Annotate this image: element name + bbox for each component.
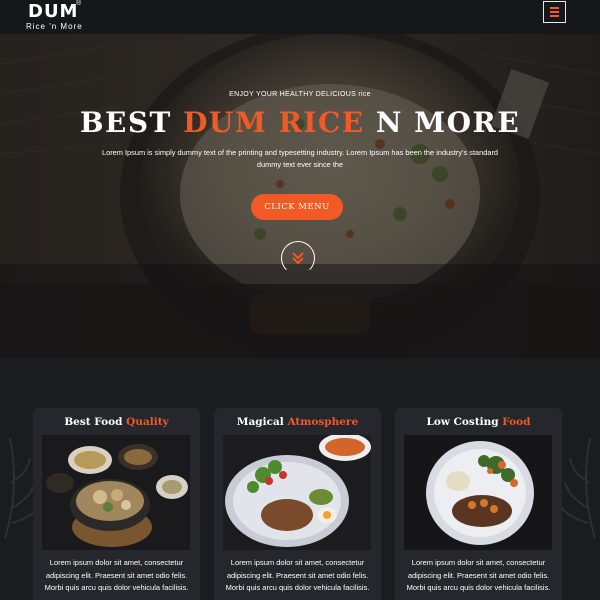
logo-registered-mark: ® [76, 0, 82, 7]
site-header: DUM ® Rice 'n More [0, 0, 600, 34]
feature-card-image [404, 435, 552, 550]
logo-tagline: Rice 'n More [26, 22, 83, 31]
feature-card-image [223, 435, 371, 550]
logo[interactable]: DUM ® Rice 'n More [26, 0, 86, 32]
hero-description: Lorem Ipsum is simply dummy text of the … [101, 148, 499, 169]
feature-card-best-food-quality: Best Food Quality Lorem ipsum dolor sit … [33, 408, 200, 600]
menu-toggle-button[interactable] [543, 1, 566, 23]
features-section: Best Food Quality Lorem ipsum dolor sit … [0, 358, 600, 600]
feature-card-description: Lorem ipsum dolor sit amet, consectetur … [44, 558, 189, 592]
feature-card-low-costing-food: Low Costing Food Lorem ipsum dolor sit a… [395, 408, 562, 600]
feature-card-image [42, 435, 190, 550]
hero-title-accent: DUM RICE [183, 106, 365, 139]
feature-card-magical-atmosphere: Magical Atmosphere Lorem ipsum dolor sit… [214, 408, 381, 600]
hero-kicker: ENJOY YOUR HEALTHY DELICIOUS rice [229, 91, 371, 98]
scroll-down-button[interactable] [281, 241, 315, 275]
hero-title: BEST DUM RICE N MORE [79, 106, 521, 139]
feature-card-description: Lorem ipsum dolor sit amet, consectetur … [225, 558, 370, 592]
logo-wordmark: DUM [28, 1, 79, 22]
double-chevron-down-icon [292, 252, 304, 265]
hamburger-icon [550, 7, 559, 9]
leaf-decoration-right-icon [561, 438, 596, 538]
feature-card-title: Low Costing Food [426, 416, 531, 428]
hero-section: ENJOY YOUR HEALTHY DELICIOUS rice BEST D… [0, 34, 600, 358]
feature-card-description: Lorem ipsum dolor sit amet, consectetur … [406, 558, 551, 592]
feature-card-title: Magical Atmosphere [236, 416, 359, 428]
feature-card-title: Best Food Quality [64, 416, 169, 428]
click-menu-button[interactable]: CLICK MENU [251, 194, 343, 220]
